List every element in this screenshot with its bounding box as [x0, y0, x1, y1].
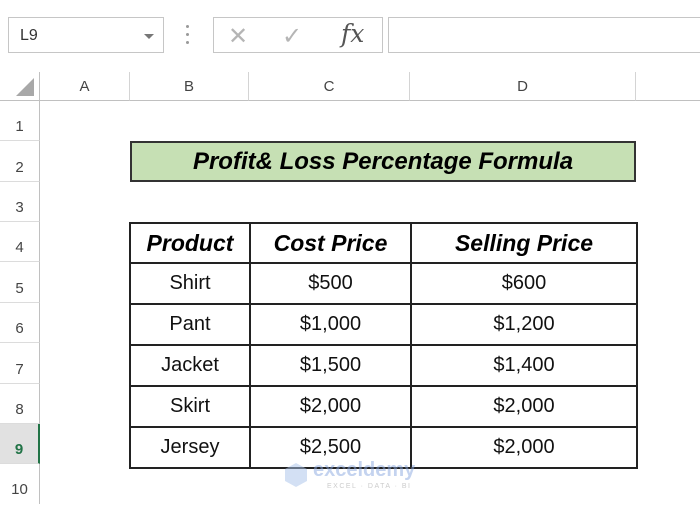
table-header-row: Product Cost Price Selling Price: [129, 222, 638, 264]
column-header-d[interactable]: D: [410, 72, 636, 101]
watermark-name: exceldemy: [313, 459, 416, 481]
cancel-icon[interactable]: ✕: [228, 22, 248, 51]
check-icon[interactable]: ✓: [282, 22, 302, 51]
header-selling-price[interactable]: Selling Price: [410, 222, 638, 264]
name-box[interactable]: L9: [8, 17, 164, 53]
row-header-1[interactable]: 1: [0, 101, 40, 141]
cost-cell[interactable]: $2,000: [249, 385, 412, 428]
row-header-9-selected[interactable]: 9: [0, 424, 40, 464]
row-header-6[interactable]: 6: [0, 303, 40, 343]
table-row: Pant $1,000 $1,200: [129, 303, 638, 346]
price-table: Product Cost Price Selling Price Shirt $…: [129, 222, 638, 469]
chevron-down-icon[interactable]: [144, 34, 154, 39]
product-cell[interactable]: Pant: [129, 303, 251, 346]
formula-actions: ✕ ✓ fx: [213, 17, 383, 53]
column-header-a[interactable]: A: [40, 72, 130, 101]
cost-cell[interactable]: $1,000: [249, 303, 412, 346]
selling-cell[interactable]: $2,000: [410, 426, 638, 469]
product-cell[interactable]: Shirt: [129, 262, 251, 305]
selling-cell[interactable]: $600: [410, 262, 638, 305]
insert-function-icon[interactable]: fx: [341, 19, 364, 48]
formula-bar-input[interactable]: [388, 17, 700, 53]
row-header-2[interactable]: 2: [0, 141, 40, 182]
row-header-4[interactable]: 4: [0, 222, 40, 262]
name-box-value: L9: [20, 27, 38, 44]
drag-handle-icon[interactable]: [186, 25, 190, 47]
sheet-title-cell[interactable]: Profit& Loss Percentage Formula: [130, 141, 636, 182]
row-header-7[interactable]: 7: [0, 343, 40, 384]
row-header-3[interactable]: 3: [0, 182, 40, 222]
cost-cell[interactable]: $1,500: [249, 344, 412, 387]
exceldemy-logo-icon: [285, 463, 307, 487]
table-row: Skirt $2,000 $2,000: [129, 385, 638, 428]
column-header-c[interactable]: C: [249, 72, 410, 101]
product-cell[interactable]: Jacket: [129, 344, 251, 387]
header-product[interactable]: Product: [129, 222, 251, 264]
row-header-8[interactable]: 8: [0, 384, 40, 424]
selling-cell[interactable]: $2,000: [410, 385, 638, 428]
cost-cell[interactable]: $500: [249, 262, 412, 305]
selling-cell[interactable]: $1,400: [410, 344, 638, 387]
watermark: exceldemy EXCEL · DATA · BI: [285, 459, 425, 493]
watermark-tagline: EXCEL · DATA · BI: [327, 483, 412, 490]
table-row: Shirt $500 $600: [129, 262, 638, 305]
table-row: Jacket $1,500 $1,400: [129, 344, 638, 387]
row-header-5[interactable]: 5: [0, 262, 40, 303]
row-header-10[interactable]: 10: [0, 464, 40, 504]
column-header-e[interactable]: [636, 72, 700, 101]
select-all-button[interactable]: [0, 72, 40, 101]
product-cell[interactable]: Skirt: [129, 385, 251, 428]
header-cost-price[interactable]: Cost Price: [249, 222, 412, 264]
formula-toolbar: L9 ✕ ✓ fx: [0, 0, 700, 72]
product-cell[interactable]: Jersey: [129, 426, 251, 469]
select-all-icon: [16, 78, 34, 96]
column-header-b[interactable]: B: [130, 72, 249, 101]
selling-cell[interactable]: $1,200: [410, 303, 638, 346]
